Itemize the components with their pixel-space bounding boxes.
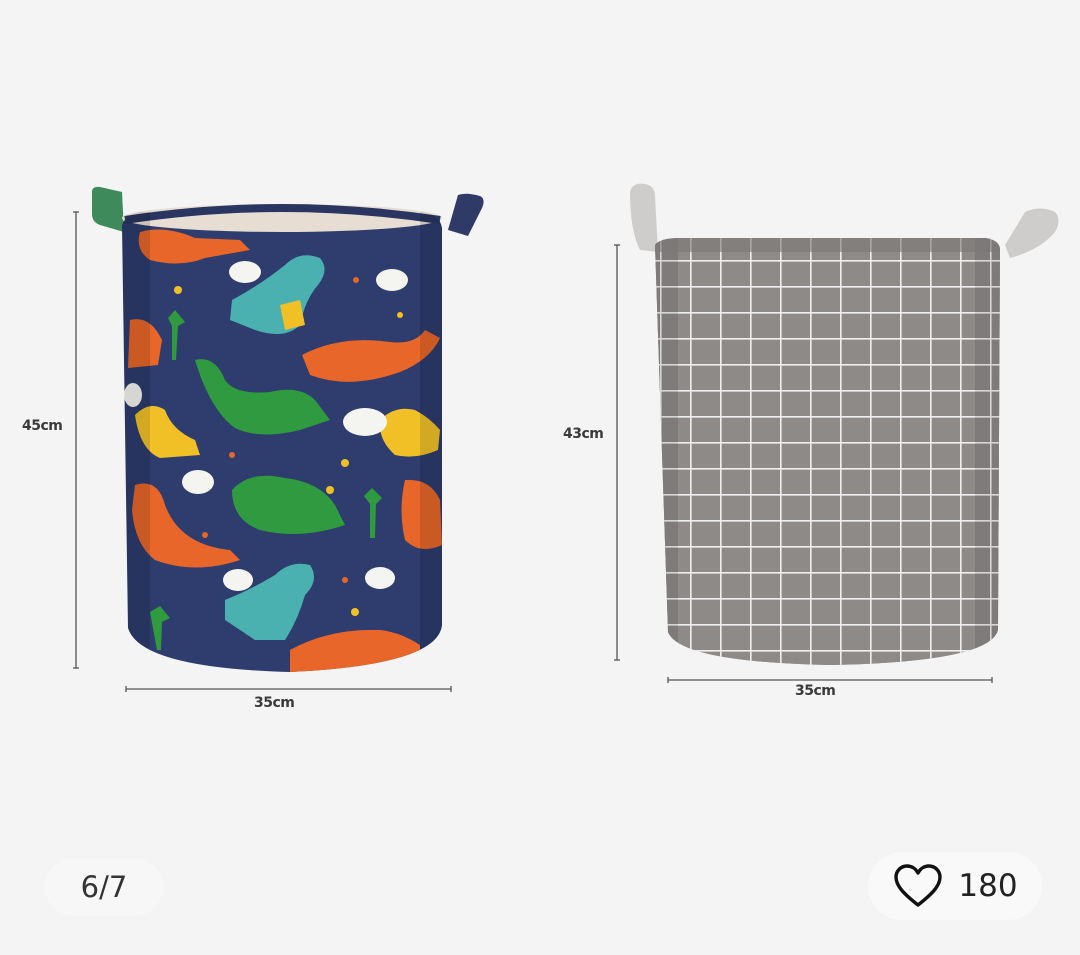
dino-height-label: 45cm — [22, 418, 63, 434]
heart-icon — [894, 864, 943, 907]
grid-height-label: 43cm — [563, 426, 604, 442]
dinosaur-basket — [92, 186, 484, 672]
dino-width-label: 35cm — [254, 695, 295, 711]
grid-width-label: 35cm — [795, 683, 836, 699]
product-image-viewer[interactable]: 45cm 35cm 43cm 35cm 6/7 180 — [0, 0, 1080, 955]
like-button[interactable]: 180 — [868, 852, 1042, 920]
product-image: 45cm 35cm 43cm 35cm — [0, 0, 1080, 800]
like-count: 180 — [958, 868, 1018, 904]
grid-basket — [630, 183, 1059, 665]
image-counter: 6/7 — [45, 858, 163, 916]
